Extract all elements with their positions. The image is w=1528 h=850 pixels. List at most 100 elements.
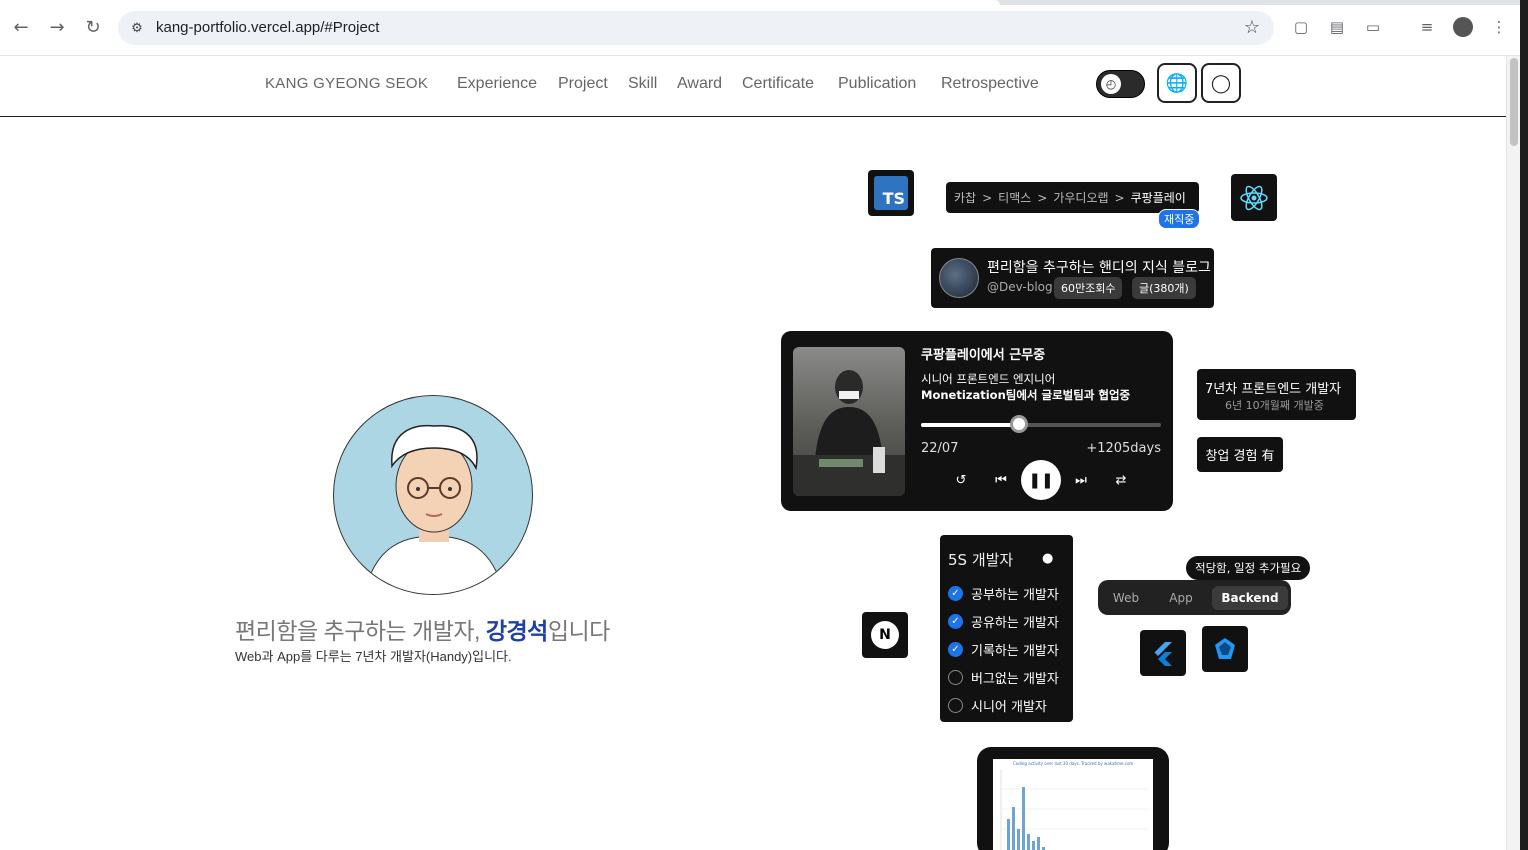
career-breadcrumb: 카찹 > 티맥스 > 가우디오랩 > 쿠팡플레이	[946, 182, 1199, 213]
react-icon	[1240, 185, 1268, 210]
checkbox-checked-icon[interactable]: ✓	[948, 614, 963, 629]
nextjs-tile: N	[862, 612, 908, 658]
nav-project[interactable]: Project	[558, 75, 608, 93]
site-logo[interactable]: KANG GYEONG SEOK	[265, 75, 428, 92]
music-player-card: 쿠팡플레이에서 근무중 시니어 프론트엔드 엔지니어 Monetization팀…	[781, 331, 1173, 511]
checkbox-empty-icon[interactable]	[948, 698, 963, 713]
pause-button[interactable]: ❚❚	[1021, 460, 1061, 500]
language-globe-button[interactable]: 🌐	[1157, 63, 1197, 103]
checklist-item[interactable]: 버그없는 개발자	[948, 668, 1059, 687]
headline-name: 강경석	[485, 618, 548, 644]
skill-segmented-control: Web App Backend	[1098, 580, 1291, 615]
flutter-icon	[1154, 642, 1172, 666]
github-button[interactable]: ◯	[1201, 63, 1241, 103]
player-elapsed-days: +1205days	[1086, 441, 1161, 456]
github-icon: ◯	[1210, 72, 1232, 94]
developer-checklist: 5S 개발자 ● ✓ 공부하는 개발자 ✓ 공유하는 개발자 ✓ 기록하는 개발자 버…	[940, 535, 1073, 722]
side-panel-edge	[1520, 0, 1528, 850]
repeat-icon[interactable]: ↺	[948, 469, 974, 491]
player-role: 시니어 프론트엔드 엔지니어	[921, 372, 1056, 386]
checklist-label: 버그없는 개발자	[971, 672, 1059, 687]
breadcrumb-item: 카찹	[954, 191, 977, 205]
progress-knob[interactable]	[1010, 415, 1029, 433]
typescript-tile: TS	[868, 170, 914, 216]
menu-kebab-icon[interactable]: ⋮	[1488, 16, 1510, 38]
checkbox-checked-icon[interactable]: ✓	[948, 642, 963, 657]
typescript-icon: TS	[874, 176, 908, 210]
page-scrollbar[interactable]	[1506, 56, 1520, 850]
back-icon[interactable]: ←	[8, 14, 34, 40]
checklist-title: 5S 개발자	[948, 551, 1014, 569]
next-icon[interactable]: ⏭	[1068, 469, 1094, 491]
pause-icon: ❚❚	[1028, 471, 1054, 489]
checklist-item[interactable]: ✓ 공부하는 개발자	[948, 584, 1059, 603]
nav-certificate[interactable]: Certificate	[742, 75, 814, 93]
hero-headline: 편리함을 추구하는 개발자, 강경석입니다	[235, 612, 610, 646]
checklist-item[interactable]: ✓ 공유하는 개발자	[948, 612, 1059, 631]
coding-activity-device: Coding activity over last 30 days. Track…	[977, 747, 1169, 850]
breadcrumb-item: 가우디오랩	[1053, 191, 1109, 205]
nextjs-icon: N	[871, 621, 899, 649]
reading-mode-icon[interactable]: ▢	[1290, 16, 1312, 38]
theme-toggle[interactable]: ◴	[1096, 70, 1145, 98]
nav-award[interactable]: Award	[677, 75, 722, 93]
progress-fill	[921, 423, 1020, 427]
prisma-tile	[1202, 626, 1248, 672]
address-bar[interactable]: ⚙ kang-portfolio.vercel.app/#Project ☆	[118, 11, 1274, 45]
status-badge: 재직중	[1158, 209, 1201, 229]
experience-card: 7년차 프론트엔드 개발자 6년 10개월째 개발중	[1197, 369, 1356, 420]
bookmark-star-icon[interactable]: ☆	[1244, 17, 1260, 38]
clock-icon: ◴	[1101, 74, 1121, 94]
views-chip: 60만조회수	[1054, 277, 1123, 299]
hero-subline: Web과 App를 다루는 7년차 개발자(Handy)입니다.	[235, 649, 512, 664]
previous-icon[interactable]: ⏮	[988, 469, 1014, 491]
checkbox-empty-icon[interactable]	[948, 670, 963, 685]
breadcrumb-separator: >	[1037, 190, 1048, 205]
shuffle-icon[interactable]: ⇄	[1108, 469, 1134, 491]
globe-icon: 🌐	[1165, 72, 1189, 94]
active-tab[interactable]	[0, 0, 1000, 5]
breadcrumb-current: 쿠팡플레이	[1130, 191, 1186, 205]
checklist-label: 공유하는 개발자	[971, 616, 1059, 631]
flutter-tile	[1140, 630, 1186, 676]
experience-duration: 6년 10개월째 개발중	[1225, 399, 1324, 412]
checklist-item[interactable]: 시니어 개발자	[948, 696, 1047, 715]
url-text[interactable]: kang-portfolio.vercel.app/#Project	[156, 19, 379, 36]
profile-avatar-icon[interactable]	[1452, 16, 1474, 38]
skill-tooltip: 적당함, 일정 추가필요	[1186, 556, 1311, 580]
player-team: Monetization팀에서 글로벌팀과 협업중	[921, 388, 1131, 402]
nav-skill[interactable]: Skill	[628, 75, 657, 93]
blog-title: 편리함을 추구하는 핸디의 지식 블로그	[987, 260, 1211, 276]
nav-publication[interactable]: Publication	[838, 75, 916, 93]
extensions-icon[interactable]: ▭	[1362, 16, 1384, 38]
experience-title: 7년차 프론트엔드 개발자	[1205, 382, 1342, 397]
search-icon: ●	[1042, 551, 1054, 566]
blog-handle: @Dev-blog	[987, 280, 1053, 294]
tab-app[interactable]: App	[1160, 586, 1202, 610]
site-info-icon[interactable]: ⚙	[128, 19, 146, 37]
checklist-label: 기록하는 개발자	[971, 644, 1059, 659]
media-icon[interactable]: ▤	[1326, 16, 1348, 38]
coding-activity-chart: Coding activity over last 30 days. Track…	[993, 759, 1153, 850]
tab-backend[interactable]: Backend	[1212, 586, 1288, 610]
posts-chip: 글(380개)	[1132, 277, 1196, 299]
reload-icon[interactable]: ↻	[80, 14, 106, 40]
nav-retrospective[interactable]: Retrospective	[941, 75, 1039, 93]
checkbox-checked-icon[interactable]: ✓	[948, 586, 963, 601]
player-title: 쿠팡플레이에서 근무중	[921, 348, 1046, 363]
tab-web[interactable]: Web	[1106, 586, 1146, 610]
react-tile	[1231, 174, 1277, 221]
startup-badge: 창업 경험 有	[1197, 437, 1283, 472]
checklist-item[interactable]: ✓ 기록하는 개발자	[948, 640, 1059, 659]
blog-card[interactable]: 편리함을 추구하는 핸디의 지식 블로그 @Dev-blog 60만조회수 글(…	[931, 248, 1214, 308]
playlist-icon[interactable]: ≡	[1416, 16, 1438, 38]
profile-avatar	[333, 395, 533, 595]
forward-icon[interactable]: →	[44, 14, 70, 40]
headline-prefix: 편리함을 추구하는 개발자,	[235, 618, 486, 644]
breadcrumb-separator: >	[1114, 190, 1125, 205]
progress-bar[interactable]	[921, 415, 1161, 433]
scrollbar-thumb[interactable]	[1510, 58, 1518, 146]
nav-experience[interactable]: Experience	[457, 75, 537, 93]
headline-suffix: 입니다	[547, 618, 610, 644]
checklist-label: 시니어 개발자	[971, 700, 1047, 715]
